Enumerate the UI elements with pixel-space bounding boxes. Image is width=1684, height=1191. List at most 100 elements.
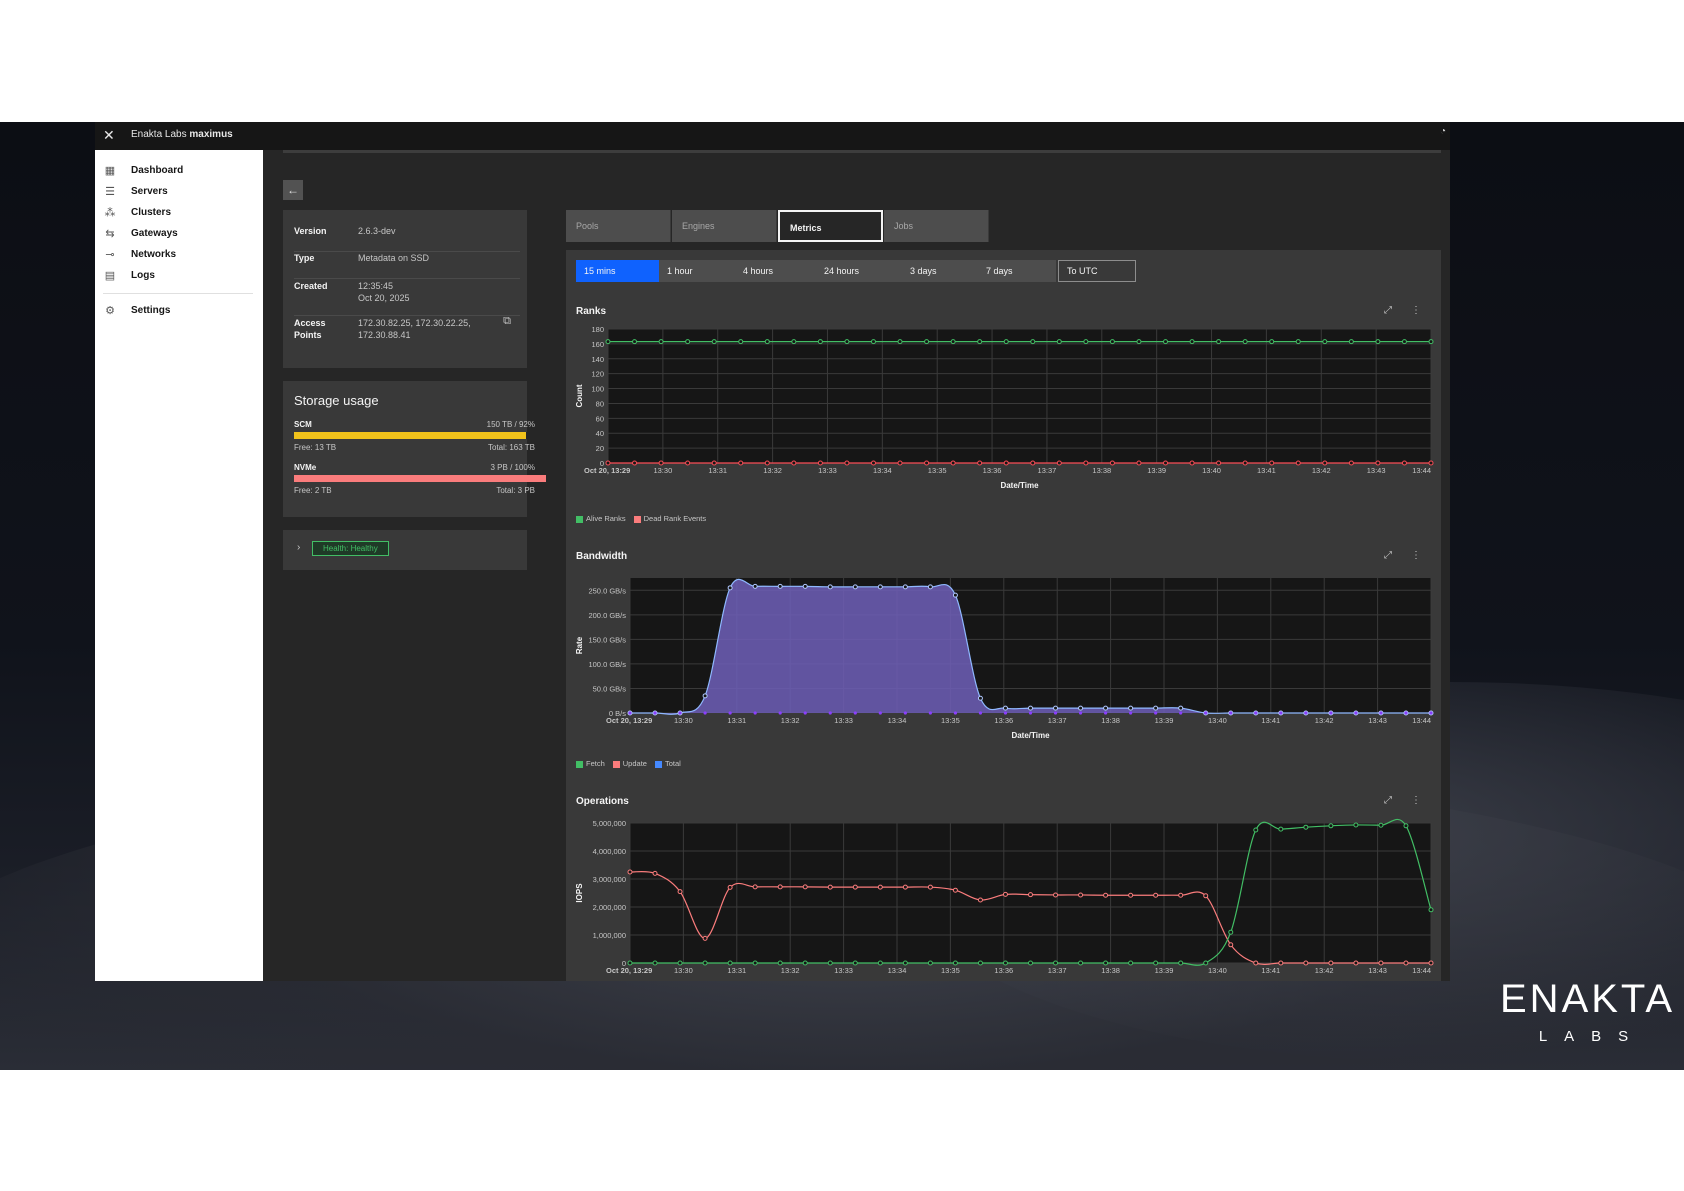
data-point: [752, 960, 758, 966]
data-point: [1078, 711, 1083, 715]
cluster-icon: ⁂: [104, 206, 116, 219]
y-tick-label: 100.0 GB/s: [588, 660, 626, 669]
data-point: [764, 339, 770, 345]
to-utc-button[interactable]: To UTC: [1058, 260, 1136, 282]
data-point: [1163, 460, 1169, 466]
range-7-days[interactable]: 7 days: [978, 260, 1056, 282]
tab-jobs[interactable]: Jobs: [884, 210, 989, 242]
x-tick-label: 13:34: [888, 716, 907, 725]
data-point: [927, 884, 933, 890]
plot-area: [608, 329, 1431, 463]
x-tick-label: 13:33: [834, 966, 853, 975]
data-point: [1203, 893, 1209, 899]
x-tick-label: 13:30: [674, 716, 693, 725]
data-point: [1153, 705, 1159, 711]
data-point: [1228, 929, 1234, 935]
data-point: [658, 460, 664, 466]
enakta-logo: ENAKTA LABS: [1500, 977, 1676, 1045]
x-tick-label: 13:42: [1315, 716, 1334, 725]
data-point: [1253, 960, 1259, 966]
legend-dead-rank-events[interactable]: Dead Rank Events: [633, 514, 706, 523]
legend-total[interactable]: Total: [654, 759, 681, 768]
data-point: [1083, 460, 1089, 466]
data-point: [1216, 339, 1222, 345]
x-tick-label: 13:39: [1155, 716, 1174, 725]
data-point: [952, 592, 958, 598]
sidebar-item-settings[interactable]: ⚙ Settings: [103, 300, 253, 320]
gateway-icon: ⇆: [105, 227, 115, 240]
data-point: [924, 460, 930, 466]
overflow-menu-icon[interactable]: ⋮: [1411, 550, 1421, 561]
data-point: [1083, 339, 1089, 345]
sidebar-divider: [103, 293, 253, 294]
data-point: [877, 960, 883, 966]
data-point: [1295, 339, 1301, 345]
data-point: [977, 695, 983, 701]
y-tick-label: 50.0 GB/s: [593, 684, 627, 693]
x-tick-label: Oct 20, 13:29: [606, 966, 652, 975]
legend-fetch[interactable]: Fetch: [576, 759, 605, 768]
data-point: [1403, 960, 1409, 966]
legend-alive-ranks[interactable]: Alive Ranks: [576, 514, 626, 523]
data-point: [1053, 711, 1058, 715]
x-tick-label: 13:32: [781, 966, 800, 975]
y-tick-label: 3,000,000: [593, 875, 626, 884]
data-point: [727, 960, 733, 966]
sidebar-item-dashboard[interactable]: ▦ Dashboard: [103, 160, 253, 180]
tab-metrics[interactable]: Metrics: [778, 210, 883, 242]
range-4-hours[interactable]: 4 hours: [735, 260, 816, 282]
range-24-hours[interactable]: 24 hours: [816, 260, 902, 282]
data-point: [1179, 711, 1183, 715]
range-15-mins[interactable]: 15 mins: [576, 260, 659, 282]
health-status-badge: Health: Healthy: [312, 541, 389, 556]
sidebar-item-logs[interactable]: ▤ Logs: [103, 265, 253, 285]
range-3-days[interactable]: 3 days: [902, 260, 978, 282]
scm-usage: 150 TB / 92%: [486, 420, 535, 429]
overflow-menu-icon[interactable]: ⋮: [1411, 795, 1421, 806]
data-point: [953, 711, 958, 715]
data-point: [685, 339, 691, 345]
sidebar-item-networks[interactable]: ⊸ Networks: [103, 244, 253, 264]
x-tick-label: 13:38: [1101, 716, 1120, 725]
back-button[interactable]: ←: [283, 180, 303, 200]
y-tick-label: 60: [596, 414, 604, 423]
expand-icon[interactable]: ⤢: [1384, 550, 1392, 561]
scm-usage-bar: [294, 432, 546, 439]
x-tick-label: 13:34: [888, 966, 907, 975]
storage-usage-card: Storage usage SCM 150 TB / 92% Free: 13 …: [283, 381, 546, 517]
data-point: [1242, 339, 1248, 345]
sidebar-item-gateways[interactable]: ⇆ Gateways: [103, 223, 253, 243]
sidebar-item-servers[interactable]: ☰ Servers: [103, 181, 253, 201]
bandwidth-chart-title: Bandwidth: [576, 551, 628, 562]
data-point: [827, 960, 833, 966]
expand-icon[interactable]: ⤢: [1384, 305, 1392, 316]
x-tick-label: 13:37: [1048, 716, 1067, 725]
operations-chart-title: Operations: [576, 796, 629, 807]
notification-icon[interactable]: ◔: [1440, 126, 1446, 137]
data-point: [632, 460, 638, 466]
tab-engines[interactable]: Engines: [672, 210, 777, 242]
data-point: [1304, 711, 1308, 715]
data-point: [1269, 460, 1275, 466]
data-point: [1028, 960, 1033, 966]
sidebar-item-clusters[interactable]: ⁂ Clusters: [103, 202, 253, 222]
chevron-right-icon[interactable]: ›: [297, 542, 300, 553]
data-point: [1078, 705, 1084, 711]
data-point: [652, 870, 658, 876]
range-1-hour[interactable]: 1 hour: [659, 260, 735, 282]
tab-pools[interactable]: Pools: [566, 210, 671, 242]
data-point: [977, 460, 983, 466]
data-point: [652, 960, 658, 966]
data-point: [1278, 960, 1284, 966]
close-icon[interactable]: ✕: [103, 127, 115, 144]
legend-update[interactable]: Update: [612, 759, 647, 768]
data-point: [605, 339, 611, 345]
expand-icon[interactable]: ⤢: [1384, 795, 1392, 806]
data-point: [1254, 711, 1258, 715]
data-point: [877, 584, 883, 590]
desktop-background: ENAKTA LABS ✕ Enakta Labs maximus ◔ ▦ Das…: [0, 122, 1684, 1070]
x-tick-label: 13:35: [941, 966, 960, 975]
data-point: [927, 960, 933, 966]
overflow-menu-icon[interactable]: ⋮: [1411, 305, 1421, 316]
copy-icon[interactable]: ⧉: [503, 315, 511, 328]
